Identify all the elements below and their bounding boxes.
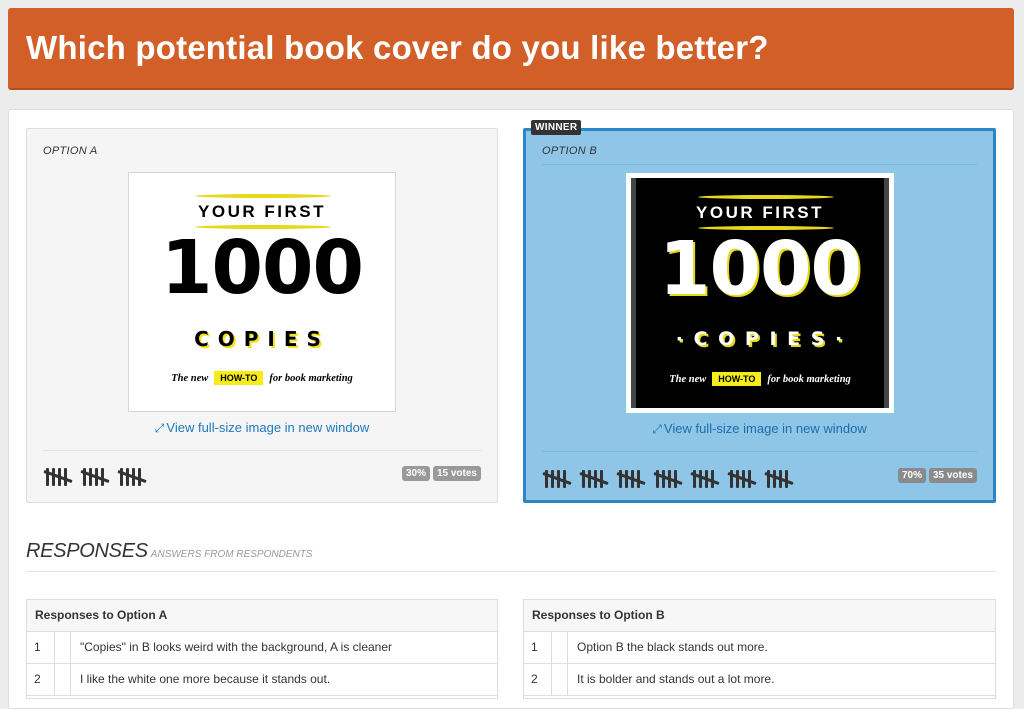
option-a-view-link[interactable]: ⤢ View full-size image in new window	[27, 420, 497, 436]
cover-tagline: The new HOW-TO for book marketing	[636, 372, 884, 386]
tally-marks-icon	[727, 468, 757, 490]
option-a-card: OPTION A YOUR FIRST 1000 COPIES The new H…	[26, 128, 498, 503]
row-spacer	[55, 632, 71, 663]
cover-number: 1000	[659, 226, 862, 312]
swoosh-decoration	[195, 194, 331, 198]
option-b-card: OPTION B YOUR FIRST 1000 · C O P I E S ·…	[523, 128, 996, 503]
row-spacer	[552, 664, 568, 695]
table-row: 2 It is bolder and stands out a lot more…	[524, 664, 995, 696]
votes-badge: 35 votes	[928, 468, 977, 483]
divider	[26, 571, 996, 572]
tally-marks-icon	[764, 468, 794, 490]
option-b-results: 70% 35 votes	[895, 465, 977, 483]
option-a-label: OPTION A	[43, 145, 98, 157]
cover-title-line2: COPIES	[194, 327, 330, 351]
option-b-label: OPTION B	[542, 145, 597, 157]
table-header: Responses to Option A	[27, 600, 497, 632]
tagline-post: for book marketing	[269, 373, 353, 384]
winner-badge: WINNER	[531, 120, 582, 135]
row-number: 1	[524, 632, 552, 663]
option-b-cover-image[interactable]: YOUR FIRST 1000 · C O P I E S · The new H…	[626, 173, 894, 413]
view-link-text: View full-size image in new window	[663, 421, 867, 436]
tally-marks-icon	[80, 466, 110, 488]
divider	[542, 451, 977, 452]
row-number: 1	[27, 632, 55, 663]
row-text: "Copies" in B looks weird with the backg…	[80, 640, 393, 654]
row-number: 2	[524, 664, 552, 695]
table-row: 1 Option B the black stands out more.	[524, 632, 995, 664]
percent-badge: 70%	[897, 468, 926, 483]
tagline-post: for book marketing	[767, 374, 851, 385]
votes-badge: 15 votes	[432, 466, 481, 481]
row-spacer	[552, 632, 568, 663]
responses-table-b: Responses to Option B 1 Option B the bla…	[523, 599, 996, 699]
option-a-tallies	[43, 466, 154, 490]
cover-number: 1000	[161, 225, 364, 311]
tagline-highlight: HOW-TO	[712, 372, 762, 386]
tally-marks-icon	[616, 468, 646, 490]
option-a-cover-image[interactable]: YOUR FIRST 1000 COPIES The new HOW-TO for …	[128, 172, 396, 412]
cover-light: YOUR FIRST 1000 COPIES The new HOW-TO for …	[133, 177, 391, 407]
cover-dark: YOUR FIRST 1000 · C O P I E S · The new H…	[631, 178, 889, 408]
row-text: Option B the black stands out more.	[577, 640, 768, 654]
table-header: Responses to Option B	[524, 600, 995, 632]
swoosh-decoration	[698, 195, 834, 199]
tally-marks-icon	[117, 466, 147, 488]
option-a-results: 30% 15 votes	[399, 463, 481, 481]
page-title: Which potential book cover do you like b…	[26, 29, 769, 66]
option-b-tallies	[542, 468, 801, 492]
tally-marks-icon	[43, 466, 73, 488]
responses-heading: RESPONSES answers from respondents	[26, 540, 312, 563]
cover-title-line1: YOUR FIRST	[198, 202, 326, 221]
responses-subtitle: answers from respondents	[150, 549, 313, 560]
row-number: 2	[27, 664, 55, 695]
tally-marks-icon	[579, 468, 609, 490]
tally-marks-icon	[690, 468, 720, 490]
cover-tagline: The new HOW-TO for book marketing	[133, 371, 391, 385]
tagline-pre: The new	[669, 374, 707, 385]
table-row: 2 I like the white one more because it s…	[27, 664, 497, 696]
expand-arrows-icon: ⤢	[652, 422, 662, 436]
cover-title-line1: YOUR FIRST	[696, 203, 824, 222]
divider	[43, 450, 481, 451]
row-text: I like the white one more because it sta…	[80, 672, 331, 686]
option-b-view-link[interactable]: ⤢ View full-size image in new window	[526, 421, 993, 437]
percent-badge: 30%	[401, 466, 430, 481]
expand-arrows-icon: ⤢	[154, 421, 165, 435]
tagline-highlight: HOW-TO	[214, 371, 264, 385]
cover-title-line2: · C O P I E S ·	[675, 328, 845, 350]
tally-marks-icon	[653, 468, 683, 490]
responses-title: RESPONSES	[26, 540, 148, 562]
row-spacer	[55, 664, 71, 695]
tally-marks-icon	[542, 468, 572, 490]
tagline-pre: The new	[171, 373, 209, 384]
view-link-text: View full-size image in new window	[166, 420, 370, 435]
divider	[542, 164, 977, 165]
responses-table-a: Responses to Option A 1 "Copies" in B lo…	[26, 599, 498, 699]
row-text: It is bolder and stands out a lot more.	[577, 672, 775, 686]
page-header: Which potential book cover do you like b…	[8, 8, 1014, 90]
table-row: 1 "Copies" in B looks weird with the bac…	[27, 632, 497, 664]
